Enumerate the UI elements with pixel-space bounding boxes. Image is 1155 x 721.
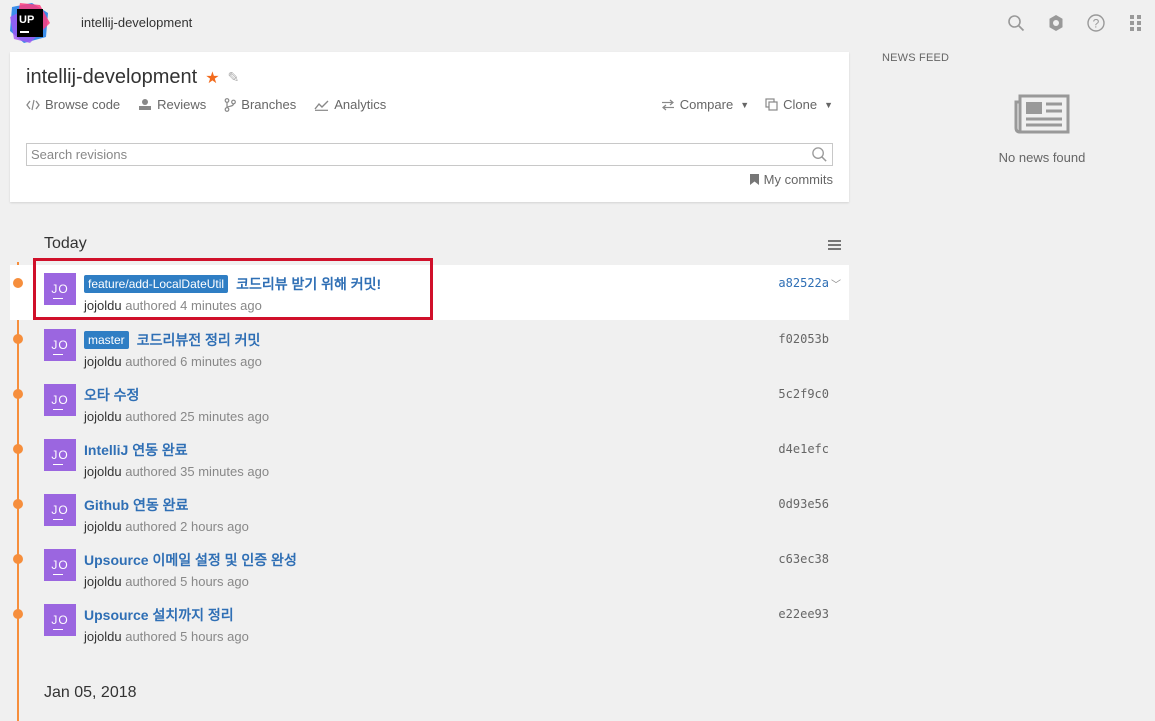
logo-text: UP bbox=[19, 14, 34, 26]
search-icon[interactable] bbox=[811, 146, 828, 168]
avatar[interactable]: JO bbox=[44, 384, 76, 416]
commit-author[interactable]: jojoldu bbox=[84, 629, 122, 644]
commit-row[interactable]: JO Upsource 설치까지 정리 jojoldu authored 5 h… bbox=[10, 596, 849, 651]
timeline-date-today: Today bbox=[44, 235, 87, 252]
timeline-dot bbox=[13, 444, 23, 454]
highlight-annotation-box bbox=[33, 258, 433, 320]
nav-reviews[interactable]: Reviews bbox=[138, 97, 206, 112]
reviews-icon bbox=[139, 99, 152, 110]
commit-message[interactable]: IntelliJ 연동 완료 bbox=[84, 440, 188, 460]
commit-hash[interactable]: 5c2f9c0 bbox=[778, 387, 829, 401]
commit-time: authored 25 minutes ago bbox=[125, 409, 270, 424]
nav-browse-code[interactable]: Browse code bbox=[26, 97, 120, 112]
project-card: intellij-development ★ ✎ Browse code Rev… bbox=[10, 52, 849, 202]
list-menu-icon[interactable] bbox=[828, 238, 842, 256]
commit-hash[interactable]: f02053b bbox=[778, 332, 829, 346]
edit-pencil-icon[interactable]: ✎ bbox=[228, 69, 240, 86]
commit-row[interactable]: JO Github 연동 완료 jojoldu authored 2 hours… bbox=[10, 486, 849, 541]
svg-text:?: ? bbox=[1093, 17, 1100, 31]
avatar[interactable]: JO bbox=[44, 604, 76, 636]
commit-author[interactable]: jojoldu bbox=[84, 464, 122, 479]
clone-icon bbox=[765, 98, 778, 111]
timeline-dot bbox=[13, 389, 23, 399]
commit-hash[interactable]: a82522a bbox=[778, 276, 829, 290]
timeline-dot bbox=[13, 334, 23, 344]
project-nav: Browse code Reviews Branches Analytics bbox=[26, 97, 386, 112]
commit-time: authored 5 hours ago bbox=[125, 629, 249, 644]
commit-hash[interactable]: c63ec38 bbox=[778, 552, 829, 566]
chevron-down-icon[interactable]: ﹀ bbox=[831, 276, 841, 291]
commit-hash[interactable]: e22ee93 bbox=[778, 607, 829, 621]
news-feed-label: NEWS FEED bbox=[882, 52, 950, 64]
news-empty-text: No news found bbox=[998, 150, 1086, 165]
timeline-dot bbox=[13, 609, 23, 619]
search-revisions-input[interactable] bbox=[27, 144, 807, 165]
bookmark-icon bbox=[749, 174, 759, 185]
timeline-dot bbox=[13, 499, 23, 509]
commit-row[interactable]: JO IntelliJ 연동 완료 jojoldu authored 35 mi… bbox=[10, 431, 849, 486]
commit-time: authored 5 hours ago bbox=[125, 574, 249, 589]
search-revisions bbox=[26, 143, 833, 166]
commit-message[interactable]: 코드리뷰전 정리 커밋 bbox=[137, 330, 261, 350]
nav-analytics[interactable]: Analytics bbox=[314, 97, 386, 112]
analytics-icon bbox=[314, 100, 329, 111]
branch-icon bbox=[224, 97, 237, 112]
compare-dropdown[interactable]: Compare ▼ bbox=[661, 97, 749, 112]
timeline-dot bbox=[13, 278, 23, 288]
commit-hash[interactable]: 0d93e56 bbox=[778, 497, 829, 511]
avatar[interactable]: JO bbox=[44, 329, 76, 361]
commit-time: authored 2 hours ago bbox=[125, 519, 249, 534]
commit-row[interactable]: JO Upsource 이메일 설정 및 인증 완성 jojoldu autho… bbox=[10, 541, 849, 596]
settings-icon[interactable] bbox=[1045, 12, 1067, 34]
timeline-dot bbox=[13, 554, 23, 564]
commit-row[interactable]: JO master 코드리뷰전 정리 커밋 jojoldu authored 6… bbox=[10, 321, 849, 376]
commit-author[interactable]: jojoldu bbox=[84, 409, 122, 424]
commit-author[interactable]: jojoldu bbox=[84, 354, 122, 369]
commit-time: authored 35 minutes ago bbox=[125, 464, 270, 479]
code-icon bbox=[26, 99, 40, 110]
compare-arrows-icon bbox=[661, 99, 674, 110]
apps-grid-icon[interactable] bbox=[1125, 12, 1147, 34]
my-commits-filter[interactable]: My commits bbox=[749, 172, 833, 187]
project-title: intellij-development bbox=[26, 66, 198, 88]
avatar[interactable]: JO bbox=[44, 439, 76, 471]
commit-author[interactable]: jojoldu bbox=[84, 519, 122, 534]
newspaper-icon bbox=[1014, 94, 1070, 139]
top-bar: UP intellij-development ? bbox=[0, 0, 1155, 44]
chevron-down-icon: ▼ bbox=[740, 99, 750, 110]
commit-message[interactable]: 오타 수정 bbox=[84, 385, 139, 405]
commit-message[interactable]: Github 연동 완료 bbox=[84, 495, 188, 515]
commit-message[interactable]: Upsource 이메일 설정 및 인증 완성 bbox=[84, 550, 297, 570]
commit-message[interactable]: Upsource 설치까지 정리 bbox=[84, 605, 234, 625]
favorite-star-icon[interactable]: ★ bbox=[205, 68, 219, 88]
avatar[interactable]: JO bbox=[44, 494, 76, 526]
commit-hash[interactable]: d4e1efc bbox=[778, 442, 829, 456]
chevron-down-icon: ▼ bbox=[824, 99, 833, 110]
avatar[interactable]: JO bbox=[44, 549, 76, 581]
commit-author[interactable]: jojoldu bbox=[84, 574, 122, 589]
upsource-logo[interactable]: UP bbox=[10, 3, 50, 43]
timeline-date-header: Jan 05, 2018 bbox=[44, 684, 137, 701]
help-icon[interactable]: ? bbox=[1085, 12, 1107, 34]
commit-row[interactable]: JO 오타 수정 jojoldu authored 25 minutes ago… bbox=[10, 376, 849, 431]
nav-branches[interactable]: Branches bbox=[224, 97, 296, 112]
search-icon[interactable] bbox=[1005, 12, 1027, 34]
clone-dropdown[interactable]: Clone ▼ bbox=[765, 97, 833, 112]
app-title[interactable]: intellij-development bbox=[81, 15, 192, 30]
branch-badge[interactable]: master bbox=[84, 331, 129, 349]
commit-time: authored 6 minutes ago bbox=[125, 354, 262, 369]
